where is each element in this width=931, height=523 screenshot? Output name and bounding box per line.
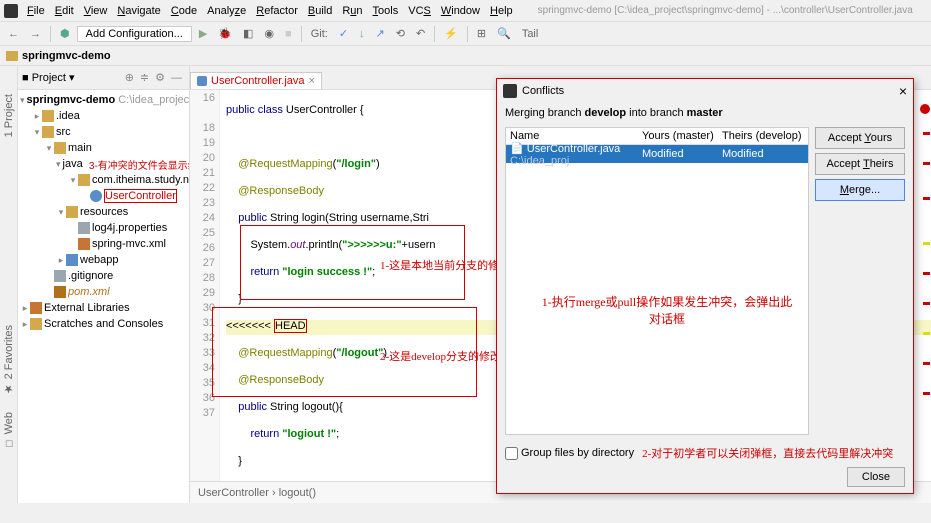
bc-method[interactable]: logout() — [279, 487, 316, 499]
debug-icon[interactable]: 🐞 — [214, 25, 236, 43]
structure-icon[interactable]: ⊞ — [473, 25, 490, 43]
menu-window[interactable]: Window — [436, 5, 485, 17]
hide-icon[interactable]: — — [168, 72, 185, 84]
coverage-icon[interactable]: ◧ — [239, 25, 257, 43]
git-revert-icon[interactable]: ↶ — [412, 25, 429, 43]
run-config-dropdown[interactable]: Add Configuration... — [77, 26, 192, 42]
project-header: ■ Project ▾ ⊕ ≑ ⚙ — — [18, 66, 189, 90]
collapse-icon[interactable]: ≑ — [137, 71, 152, 84]
run-icon[interactable]: ▶ — [195, 25, 211, 43]
tree-usercontroller[interactable]: UserController — [104, 189, 177, 203]
merge-button[interactable]: Merge... — [815, 179, 905, 201]
menu-refactor[interactable]: Refactor — [251, 5, 303, 17]
menu-view[interactable]: View — [79, 5, 113, 17]
conflict-row[interactable]: 📄 UserController.java C:\idea_proj Modif… — [506, 145, 808, 163]
settings-button[interactable]: ⚡ — [440, 25, 462, 43]
git-update-icon[interactable]: ✓ — [335, 25, 352, 43]
git-commit-icon[interactable]: ↓ — [355, 25, 369, 43]
menu-bar: File Edit View Navigate Code Analyze Ref… — [0, 0, 931, 22]
window-title: springmvc-demo [C:\idea_project\springmv… — [533, 5, 918, 16]
dialog-icon — [503, 84, 517, 98]
menu-run[interactable]: Run — [337, 5, 367, 17]
conflicts-dialog: Conflicts × Merging branch develop into … — [496, 78, 914, 494]
error-stripe[interactable] — [921, 102, 931, 492]
scroll-from-icon[interactable]: ⊕ — [122, 71, 137, 84]
menu-navigate[interactable]: Navigate — [112, 5, 165, 17]
back-button[interactable]: ← — [4, 25, 23, 43]
settings-icon[interactable]: ⚙ — [152, 71, 168, 84]
menu-vcs[interactable]: VCS — [403, 5, 436, 17]
group-by-dir-checkbox[interactable]: Group files by directory — [505, 447, 634, 460]
line-gutter: 16 1819202122232425262728293031323334353… — [190, 90, 220, 481]
menu-help[interactable]: Help — [485, 5, 518, 17]
hammer-icon[interactable]: ⬢ — [56, 25, 74, 43]
dialog-titlebar[interactable]: Conflicts × — [497, 79, 913, 103]
tab-favorites[interactable]: ★ 2 Favorites — [2, 325, 15, 395]
forward-button[interactable]: → — [26, 25, 45, 43]
conflict-list[interactable]: Name Yours (master) Theirs (develop) 📄 U… — [505, 127, 809, 435]
project-pane: ■ Project ▾ ⊕ ≑ ⚙ — ▾springmvc-demo C:\i… — [18, 66, 190, 503]
class-icon — [197, 76, 207, 86]
app-icon — [4, 4, 18, 18]
close-tab-icon[interactable]: × — [309, 75, 315, 87]
project-selector[interactable]: ■ Project ▾ — [22, 71, 75, 84]
accept-theirs-button[interactable]: Accept Theirs — [815, 153, 905, 175]
accept-yours-button[interactable]: Accept Yours — [815, 127, 905, 149]
profile-icon[interactable]: ◉ — [260, 25, 278, 43]
tab-usercontroller[interactable]: UserController.java × — [190, 72, 322, 89]
search-icon[interactable]: 🔍 — [493, 25, 515, 43]
git-push-icon[interactable]: ↗ — [372, 25, 389, 43]
close-button[interactable]: Close — [847, 467, 905, 487]
menu-file[interactable]: File — [22, 5, 50, 17]
tab-web[interactable]: □ Web — [3, 412, 15, 449]
menu-analyze[interactable]: Analyze — [202, 5, 251, 17]
tail-label: Tail — [518, 25, 543, 43]
git-label: Git: — [307, 25, 332, 43]
menu-build[interactable]: Build — [303, 5, 337, 17]
left-gutter-tabs: 1 Project ★ 2 Favorites □ Web — [0, 66, 18, 503]
crumb-project[interactable]: springmvc-demo — [22, 50, 111, 62]
close-icon[interactable]: × — [899, 83, 907, 99]
tab-project[interactable]: 1 Project — [3, 94, 15, 137]
breadcrumb-bar: springmvc-demo — [0, 46, 931, 66]
menu-edit[interactable]: Edit — [50, 5, 79, 17]
project-tree[interactable]: ▾springmvc-demo C:\idea_project ▸.idea ▾… — [18, 90, 189, 503]
stop-icon[interactable]: ■ — [281, 25, 296, 43]
menu-code[interactable]: Code — [166, 5, 202, 17]
menu-tools[interactable]: Tools — [368, 5, 404, 17]
bc-class[interactable]: UserController — [198, 487, 269, 499]
dialog-subtitle: Merging branch develop into branch maste… — [497, 103, 913, 123]
folder-icon — [6, 51, 18, 61]
toolbar: ← → ⬢ Add Configuration... ▶ 🐞 ◧ ◉ ■ Git… — [0, 22, 931, 46]
git-history-icon[interactable]: ⟲ — [392, 25, 409, 43]
